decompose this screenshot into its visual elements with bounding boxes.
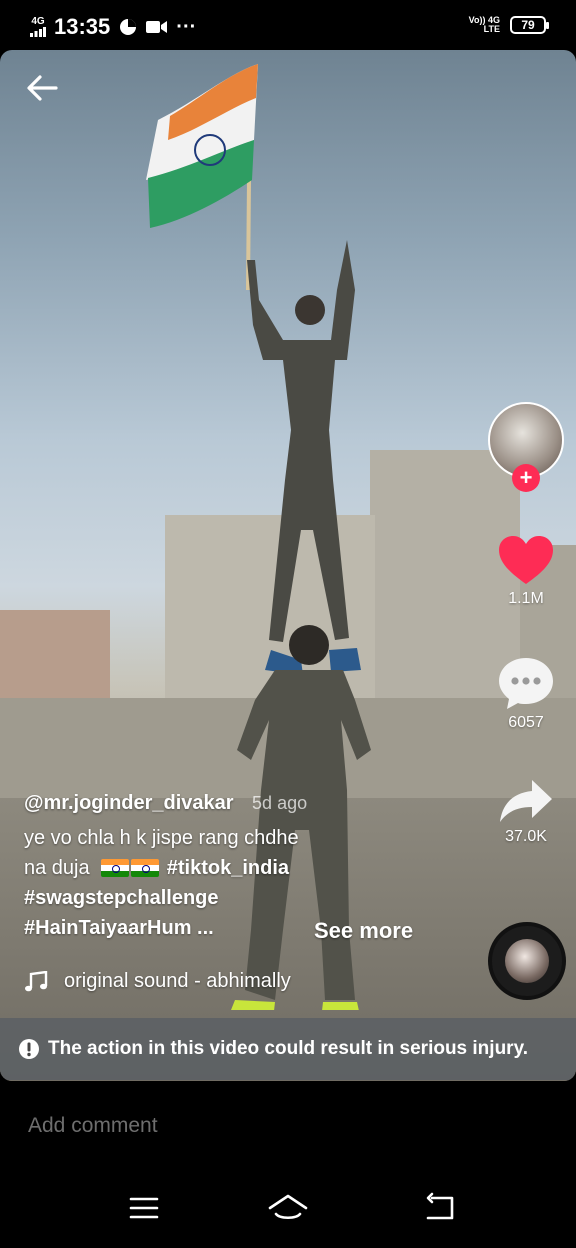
more-notifications-icon: ··· xyxy=(176,15,197,38)
hashtag-link[interactable]: #swagstepchallenge xyxy=(24,883,464,913)
clock: 13:35 xyxy=(54,14,111,39)
follow-button[interactable]: + xyxy=(512,464,540,492)
background-building xyxy=(0,610,110,700)
data-saver-icon xyxy=(120,19,137,35)
video-call-icon xyxy=(146,21,168,33)
share-action[interactable]: 37.0K xyxy=(486,778,566,846)
like-action[interactable]: 1.1M xyxy=(486,534,566,608)
sound-disc-avatar xyxy=(505,939,549,983)
caption-line: ye vo chla h k jispe rang chdhe xyxy=(24,827,299,849)
sound-link[interactable]: original sound - abhimally xyxy=(24,970,291,993)
comment-bubble-icon[interactable] xyxy=(497,656,555,710)
see-more-button[interactable]: See more xyxy=(314,918,413,944)
battery-icon: 79 xyxy=(510,16,549,34)
sound-disc[interactable] xyxy=(488,922,566,1000)
like-count: 1.1M xyxy=(508,590,544,607)
exclamation-icon xyxy=(19,1039,39,1059)
share-arrow-icon[interactable] xyxy=(498,778,554,824)
comment-action[interactable]: 6057 xyxy=(486,656,566,732)
share-count: 37.0K xyxy=(505,828,547,845)
safety-warning-banner: The action in this video could result in… xyxy=(0,1018,576,1080)
heart-icon[interactable] xyxy=(497,534,555,586)
safety-warning-text: The action in this video could result in… xyxy=(48,1038,529,1059)
creator-avatar-group: + xyxy=(486,402,566,494)
hashtag-link[interactable]: #tiktok_india xyxy=(167,857,289,879)
back-arrow-icon[interactable] xyxy=(22,68,62,108)
status-bar: 4G 13:35 ··· Vo)) 4G LTE 79 xyxy=(0,0,576,52)
add-comment-input[interactable]: Add comment xyxy=(28,1114,158,1138)
india-flag-emoji-icon xyxy=(101,859,130,877)
back-icon[interactable] xyxy=(418,1188,462,1228)
music-note-icon xyxy=(25,970,48,991)
network-type: 4G xyxy=(31,16,45,27)
caption-line: na duja #tiktok_india xyxy=(24,857,290,879)
signal-icon: 4G xyxy=(30,17,46,37)
creator-username[interactable]: @mr.joginder_divakar xyxy=(24,792,234,814)
volte-indicator: Vo)) 4G LTE xyxy=(468,15,500,34)
menu-icon[interactable] xyxy=(122,1188,166,1228)
comment-count: 6057 xyxy=(508,714,544,731)
home-icon[interactable] xyxy=(266,1188,310,1228)
sound-name: original sound - abhimally xyxy=(64,970,291,992)
post-time: 5d ago xyxy=(252,793,308,813)
india-flag-emoji-icon xyxy=(131,859,160,877)
video-player[interactable]: + 1.1M 6057 37.0K @mr.joginder_divakar 5… xyxy=(0,50,576,1081)
